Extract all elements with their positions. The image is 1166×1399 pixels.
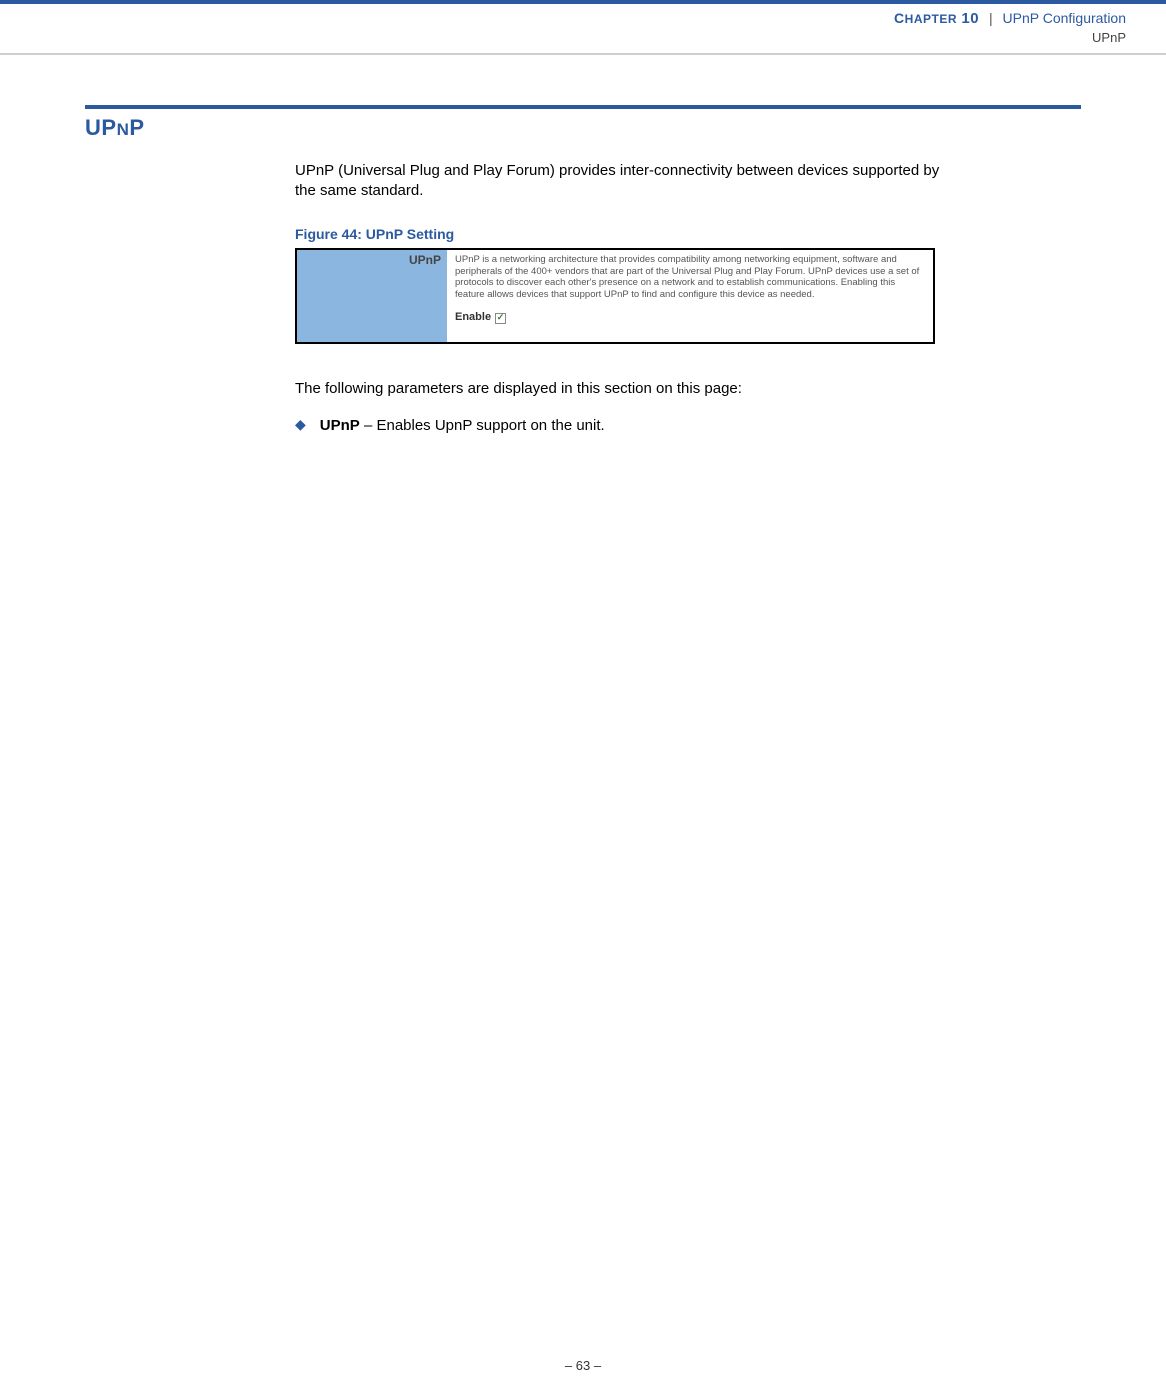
chapter-title: UPnP Configuration [1003, 10, 1126, 26]
figure-enable-label: Enable [455, 311, 491, 325]
page-body: UPNP UPnP (Universal Plug and Play Forum… [0, 55, 1166, 436]
figure-sidebar: UPnP [297, 250, 447, 342]
intro-paragraph: UPnP (Universal Plug and Play Forum) pro… [295, 161, 950, 202]
page-number: – 63 – [565, 1358, 601, 1373]
enable-checkbox[interactable]: ✓ [495, 313, 506, 324]
figure-main: UPnP is a networking architecture that p… [447, 250, 933, 342]
section-rule [85, 105, 1081, 109]
figure-screenshot: UPnP UPnP is a networking architecture t… [295, 248, 935, 344]
figure-description-text: UPnP is a networking architecture that p… [455, 254, 925, 302]
page-header: CHAPTER 10 | UPnP Configuration UPnP [0, 4, 1166, 53]
chapter-label: CHAPTER 10 [894, 10, 979, 26]
content-column: UPnP (Universal Plug and Play Forum) pro… [295, 161, 950, 436]
page-footer: – 63 – [0, 1358, 1166, 1373]
figure-caption: Figure 44: UPnP Setting [295, 226, 950, 242]
figure-sidebar-label: UPnP [409, 253, 441, 339]
params-intro: The following parameters are displayed i… [295, 380, 950, 397]
bullet-text: UPnP – Enables UpnP support on the unit. [320, 415, 605, 436]
diamond-bullet-icon: ◆ [295, 415, 306, 435]
section-title: UPNP [85, 115, 1081, 141]
bullet-description: – Enables UpnP support on the unit. [360, 417, 605, 434]
header-subtitle: UPnP [40, 29, 1126, 47]
bullet-label: UPnP [320, 417, 360, 434]
figure-enable-row: Enable ✓ [455, 311, 925, 325]
bullet-item: ◆ UPnP – Enables UpnP support on the uni… [295, 415, 950, 436]
chapter-separator: | [989, 10, 993, 26]
